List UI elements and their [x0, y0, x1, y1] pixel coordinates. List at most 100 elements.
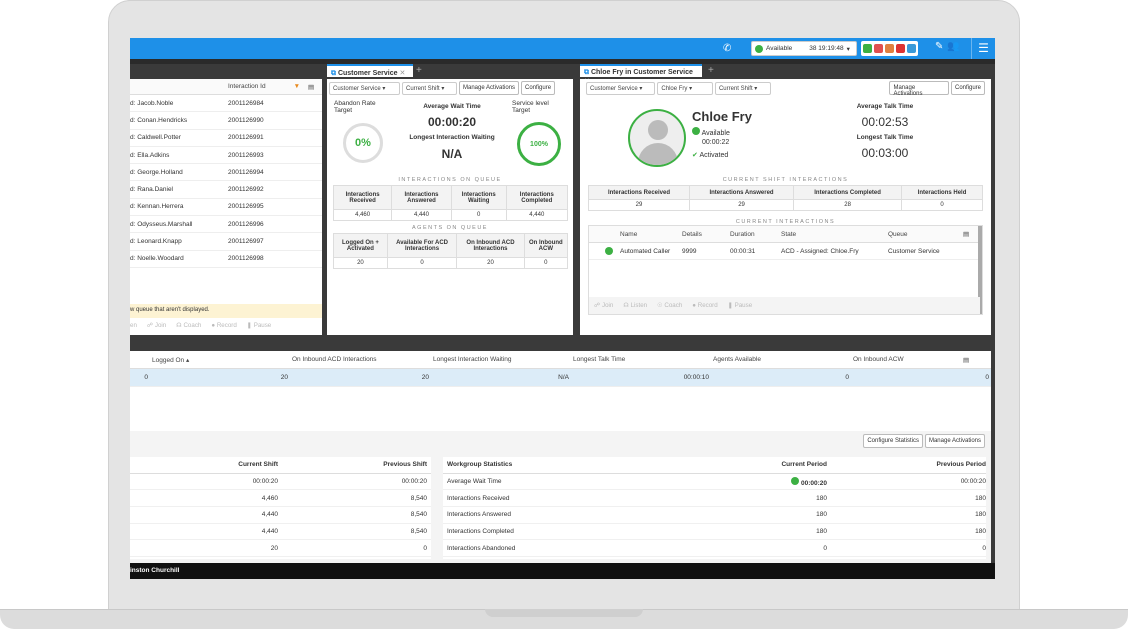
agent-name: d: Ella.Adkins: [130, 151, 170, 159]
col-previous-period: Previous Period: [936, 461, 987, 469]
ci-col[interactable]: Duration: [730, 231, 781, 238]
edit-icon[interactable]: ✎: [935, 41, 943, 52]
shift-select[interactable]: Current Shift ▾: [714, 81, 772, 95]
cell: 0: [982, 544, 986, 552]
list-item[interactable]: d: Jacob.Noble 2001126984: [130, 95, 322, 113]
add-tab-icon[interactable]: +: [416, 65, 422, 76]
iq-table: Interactions Received Interactions Answer…: [332, 185, 569, 221]
table-row: 00:00:20 00:00:20: [130, 474, 431, 491]
listen-button[interactable]: ☊ Listen: [623, 302, 647, 309]
avg-talk-value: 00:02:53: [861, 115, 909, 129]
manage-activations-button[interactable]: Manage Activations: [459, 81, 520, 95]
agent-name: d: Odysseus.Marshall: [130, 220, 193, 228]
queue-stats-table: Current Shift Previous Shift 00:00:20 00:…: [130, 457, 431, 559]
ci-col[interactable]: Details: [682, 231, 730, 238]
col-inbound-acd[interactable]: On Inbound ACD Interactions: [292, 356, 433, 363]
configure-button[interactable]: Configure: [521, 81, 556, 95]
aq-table: Logged On + Activated Available For ACD I…: [333, 233, 569, 269]
iq-col: Interactions Waiting: [450, 185, 507, 210]
available-status-icon[interactable]: [863, 44, 872, 53]
iq-col: Interactions Received: [332, 185, 393, 210]
interaction-row[interactable]: Automated Caller 9999 00:00:31 ACD - Ass…: [589, 243, 982, 261]
list-item[interactable]: d: Ella.Adkins 2001126993: [130, 147, 322, 165]
tab-customer-service[interactable]: ⧉ Customer Service ✕: [327, 64, 413, 77]
queue-list-panel: Interaction Id ▼ ▤ d: Jacob.Noble 2001126…: [130, 79, 322, 335]
table-row: 4,460 8,540: [130, 490, 431, 508]
ci-cell: 9999: [682, 247, 697, 255]
pause-button[interactable]: ❚ Pause: [728, 302, 752, 309]
filter-icon[interactable]: ▼: [294, 83, 300, 90]
record-button[interactable]: ● Record: [211, 322, 236, 329]
lunch-status-icon[interactable]: [874, 44, 883, 53]
shift-val: 28: [793, 199, 903, 211]
cell: 180: [816, 494, 827, 502]
users-icon[interactable]: 👥: [947, 41, 959, 52]
join-button[interactable]: ☍ Join: [594, 302, 613, 309]
table-row[interactable]: 0 20 20 N/A 00:00:10 0 0: [130, 369, 991, 387]
col-longest-talk[interactable]: Longest Talk Time: [573, 356, 713, 363]
list-item[interactable]: d: Kennan.Herrera 2001126995: [130, 199, 322, 217]
configure-statistics-button[interactable]: Configure Statistics: [863, 434, 924, 448]
phone-icon[interactable]: ✆: [723, 43, 731, 54]
col-logged-on[interactable]: Logged On ▴: [152, 356, 292, 364]
ci-col[interactable]: Queue: [888, 231, 963, 238]
list-item[interactable]: d: Leonard.Knapp 2001126997: [130, 233, 322, 251]
queue-select[interactable]: Customer Service ▾: [586, 81, 656, 95]
pause-button[interactable]: ❚ Pause: [247, 322, 271, 329]
stat-label: Interactions Abandoned: [447, 544, 516, 552]
status-icons: [861, 41, 918, 56]
cell: 0: [845, 374, 849, 381]
ci-col[interactable]: Name: [620, 231, 682, 238]
cell: N/A: [558, 374, 569, 381]
cell: 00:00:20: [960, 478, 986, 486]
manage-activations-button[interactable]: Manage Activations: [924, 434, 985, 448]
coach-button[interactable]: ☉ Coach: [657, 302, 682, 309]
cell: 180: [816, 528, 827, 536]
tab-agent[interactable]: ⧉ Chloe Fry in Customer Service ✕: [580, 64, 702, 85]
menu-icon[interactable]: ☰: [971, 38, 995, 59]
ci-col[interactable]: State: [781, 231, 888, 238]
gym-status-icon[interactable]: [907, 44, 916, 53]
record-button[interactable]: ● Record: [692, 302, 717, 309]
list-item[interactable]: d: Rana.Daniel 2001126992: [130, 181, 322, 199]
coach-button[interactable]: ☊ Coach: [176, 322, 201, 329]
cell: 180: [975, 494, 986, 502]
list-item[interactable]: d: Noelle.Woodard 2001126998: [130, 251, 322, 268]
list-item[interactable]: d: George.Holland 2001126994: [130, 164, 322, 182]
column-picker-icon[interactable]: ▤: [963, 230, 969, 238]
status-selector[interactable]: Available 38 19:19:48 ▾: [751, 41, 857, 56]
col-longest-waiting[interactable]: Longest Interaction Waiting: [433, 356, 573, 363]
configure-button[interactable]: Configure: [951, 81, 986, 95]
dnd-status-icon[interactable]: [896, 44, 905, 53]
add-tab-icon[interactable]: +: [708, 65, 714, 76]
column-picker-icon[interactable]: ▤: [963, 356, 969, 364]
join-button[interactable]: ☍ Join: [147, 322, 166, 329]
column-picker-icon[interactable]: ▤: [308, 83, 314, 91]
list-item[interactable]: d: Odysseus.Marshall 2001126996: [130, 216, 322, 234]
status-dot-icon: [791, 476, 800, 485]
col-agents-available[interactable]: Agents Available: [713, 356, 853, 363]
listen-button[interactable]: en: [130, 322, 137, 329]
table-row: 20 0: [130, 540, 431, 558]
shift-select[interactable]: Current Shift ▾: [402, 81, 457, 95]
col-interaction-id[interactable]: Interaction Id: [228, 83, 266, 90]
stat-label: Interactions Answered: [447, 511, 511, 519]
avg-talk-label: Average Talk Time: [856, 103, 914, 110]
interaction-id: 2001126990: [228, 116, 264, 124]
agent-name: d: George.Holland: [130, 168, 183, 176]
list-item[interactable]: d: Caldwell.Potter 2001126991: [130, 130, 322, 147]
check-icon: ✔: [692, 152, 698, 159]
cell: 0: [144, 374, 148, 381]
break-status-icon[interactable]: [885, 44, 894, 53]
aq-heading: AGENTS ON QUEUE: [412, 225, 488, 231]
list-item[interactable]: d: Conan.Hendricks 2001126990: [130, 112, 322, 130]
cell: 0: [985, 374, 989, 381]
col-inbound-acw[interactable]: On Inbound ACW: [853, 356, 963, 363]
longest-talk-label: Longest Talk Time: [856, 134, 914, 141]
manage-activations-button[interactable]: Manage Activations: [889, 81, 949, 97]
cell: 0: [823, 544, 827, 552]
queue-select[interactable]: Customer Service ▾: [329, 81, 400, 95]
agent-select[interactable]: Chloe Fry ▾: [657, 81, 713, 95]
cell: 4,460: [261, 494, 278, 502]
agent-activated: ✔ Activated: [692, 152, 729, 159]
